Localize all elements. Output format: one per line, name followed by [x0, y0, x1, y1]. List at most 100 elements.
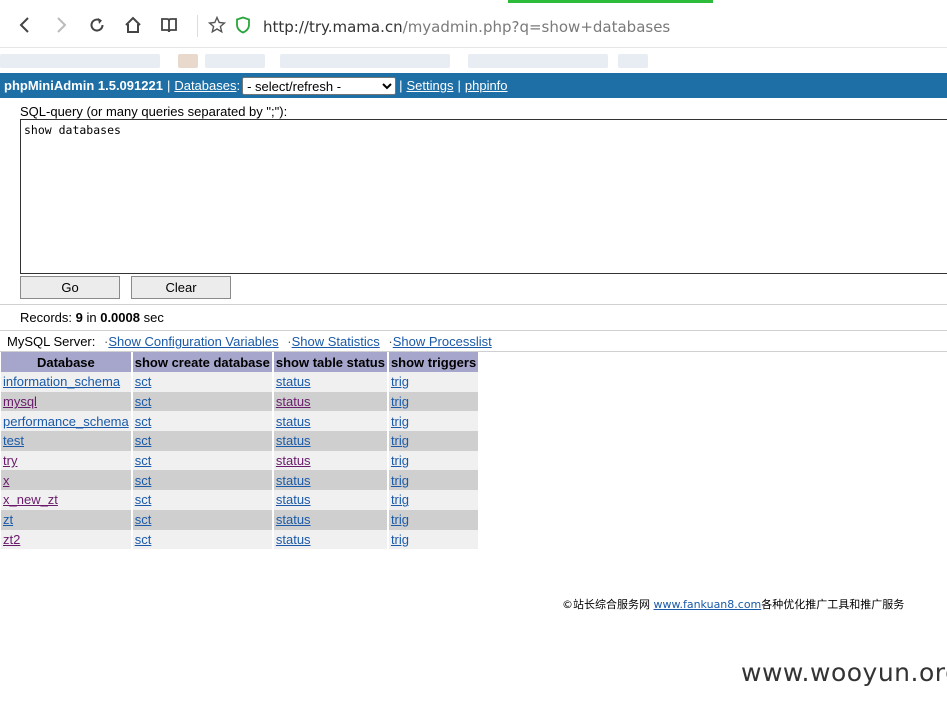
database-link[interactable]: x_new_zt	[3, 492, 58, 507]
table-status-link[interactable]: status	[276, 473, 311, 488]
bookmark-item-blurred[interactable]	[0, 54, 160, 68]
show-create-link[interactable]: sct	[135, 532, 152, 547]
watermark: www.wooyun.org	[741, 658, 947, 687]
back-button[interactable]	[13, 13, 37, 37]
triggers-link[interactable]: trig	[391, 453, 409, 468]
database-link[interactable]: zt	[3, 512, 13, 527]
table-cell: sct	[132, 450, 272, 471]
table-status-link[interactable]: status	[276, 414, 311, 429]
bookmark-item-blurred[interactable]	[468, 54, 608, 68]
show-config-variables-link[interactable]: Show Configuration Variables	[108, 334, 278, 349]
table-cell: sct	[132, 372, 272, 392]
footer-link[interactable]: www.fankuan8.com	[654, 598, 762, 611]
reload-button[interactable]	[85, 13, 109, 37]
table-cell: trig	[388, 490, 479, 510]
sql-query-textarea[interactable]: show databases	[20, 119, 947, 274]
table-cell: trig	[388, 509, 479, 530]
go-button[interactable]: Go	[20, 276, 120, 299]
triggers-link[interactable]: trig	[391, 433, 409, 448]
triggers-link[interactable]: trig	[391, 512, 409, 527]
database-link[interactable]: zt2	[3, 532, 20, 547]
sql-query-label: SQL-query (or many queries separated by …	[20, 104, 288, 119]
triggers-link[interactable]: trig	[391, 473, 409, 488]
bookmarks-bar	[0, 48, 947, 72]
database-link[interactable]: performance_schema	[3, 414, 129, 429]
table-cell: status	[273, 391, 387, 412]
settings-link[interactable]: Settings	[407, 78, 454, 93]
table-status-link[interactable]: status	[276, 394, 311, 409]
table-header-row: Database show create database show table…	[1, 352, 479, 372]
header-separator: |	[166, 78, 171, 93]
show-create-link[interactable]: sct	[135, 473, 152, 488]
table-status-link[interactable]: status	[276, 433, 311, 448]
table-cell: sct	[132, 431, 272, 451]
table-cell: status	[273, 411, 387, 432]
table-cell: trig	[388, 391, 479, 412]
database-link[interactable]: try	[3, 453, 17, 468]
triggers-link[interactable]: trig	[391, 394, 409, 409]
show-create-link[interactable]: sct	[135, 433, 152, 448]
mysql-server-bar: MySQL Server: ·Show Configuration Variab…	[7, 334, 492, 349]
show-create-link[interactable]: sct	[135, 414, 152, 429]
database-select[interactable]: - select/refresh -	[242, 76, 397, 95]
reader-button[interactable]	[157, 13, 181, 37]
database-link[interactable]: x	[3, 473, 10, 488]
url-path: /myadmin.php?q=show+databases	[402, 18, 671, 36]
triggers-link[interactable]: trig	[391, 414, 409, 429]
table-status-link[interactable]: status	[276, 532, 311, 547]
home-button[interactable]	[121, 13, 145, 37]
database-link[interactable]: test	[3, 433, 24, 448]
records-mid: in	[82, 310, 101, 325]
table-cell: trig	[388, 411, 479, 432]
records-summary: Records: 9 in 0.0008 sec	[20, 310, 164, 325]
bookmark-item-blurred[interactable]	[205, 54, 265, 68]
table-status-link[interactable]: status	[276, 374, 311, 389]
databases-link[interactable]: Databases	[174, 78, 236, 93]
table-cell: status	[273, 490, 387, 510]
table-row: zt2 sct status trig	[1, 529, 479, 550]
records-time: 0.0008	[100, 310, 140, 325]
triggers-link[interactable]: trig	[391, 532, 409, 547]
show-create-link[interactable]: sct	[135, 374, 152, 389]
phpinfo-link[interactable]: phpinfo	[465, 78, 508, 93]
table-cell: x	[1, 470, 131, 491]
show-processlist-link[interactable]: Show Processlist	[393, 334, 492, 349]
column-header-database: Database	[1, 352, 131, 372]
column-header-table-status: show table status	[273, 352, 387, 372]
table-cell: status	[273, 470, 387, 491]
table-cell: status	[273, 529, 387, 550]
bookmark-item-blurred[interactable]	[178, 54, 198, 68]
triggers-link[interactable]: trig	[391, 374, 409, 389]
bookmark-item-blurred[interactable]	[280, 54, 450, 68]
divider	[0, 330, 947, 331]
database-link[interactable]: information_schema	[3, 374, 120, 389]
table-cell: zt2	[1, 529, 131, 550]
show-create-link[interactable]: sct	[135, 394, 152, 409]
databases-table: Database show create database show table…	[0, 352, 480, 550]
show-create-link[interactable]: sct	[135, 512, 152, 527]
database-link[interactable]: mysql	[3, 394, 37, 409]
clear-button[interactable]: Clear	[131, 276, 231, 299]
table-cell: zt	[1, 509, 131, 530]
records-suffix: sec	[139, 310, 164, 325]
show-create-link[interactable]: sct	[135, 453, 152, 468]
address-bar[interactable]: http://try.mama.cn/myadmin.php?q=show+da…	[263, 18, 670, 36]
show-create-link[interactable]: sct	[135, 492, 152, 507]
table-cell: trig	[388, 431, 479, 451]
forward-button[interactable]	[49, 13, 73, 37]
bookmark-star-button[interactable]	[205, 13, 229, 37]
security-shield-button[interactable]	[231, 13, 255, 37]
bookmark-item-blurred[interactable]	[618, 54, 648, 68]
table-cell: sct	[132, 509, 272, 530]
table-row: zt sct status trig	[1, 509, 479, 530]
table-cell: status	[273, 450, 387, 471]
table-status-link[interactable]: status	[276, 492, 311, 507]
table-cell: status	[273, 509, 387, 530]
table-status-link[interactable]: status	[276, 453, 311, 468]
star-icon	[208, 16, 226, 34]
table-status-link[interactable]: status	[276, 512, 311, 527]
table-cell: status	[273, 372, 387, 392]
show-statistics-link[interactable]: Show Statistics	[292, 334, 380, 349]
triggers-link[interactable]: trig	[391, 492, 409, 507]
table-cell: trig	[388, 372, 479, 392]
